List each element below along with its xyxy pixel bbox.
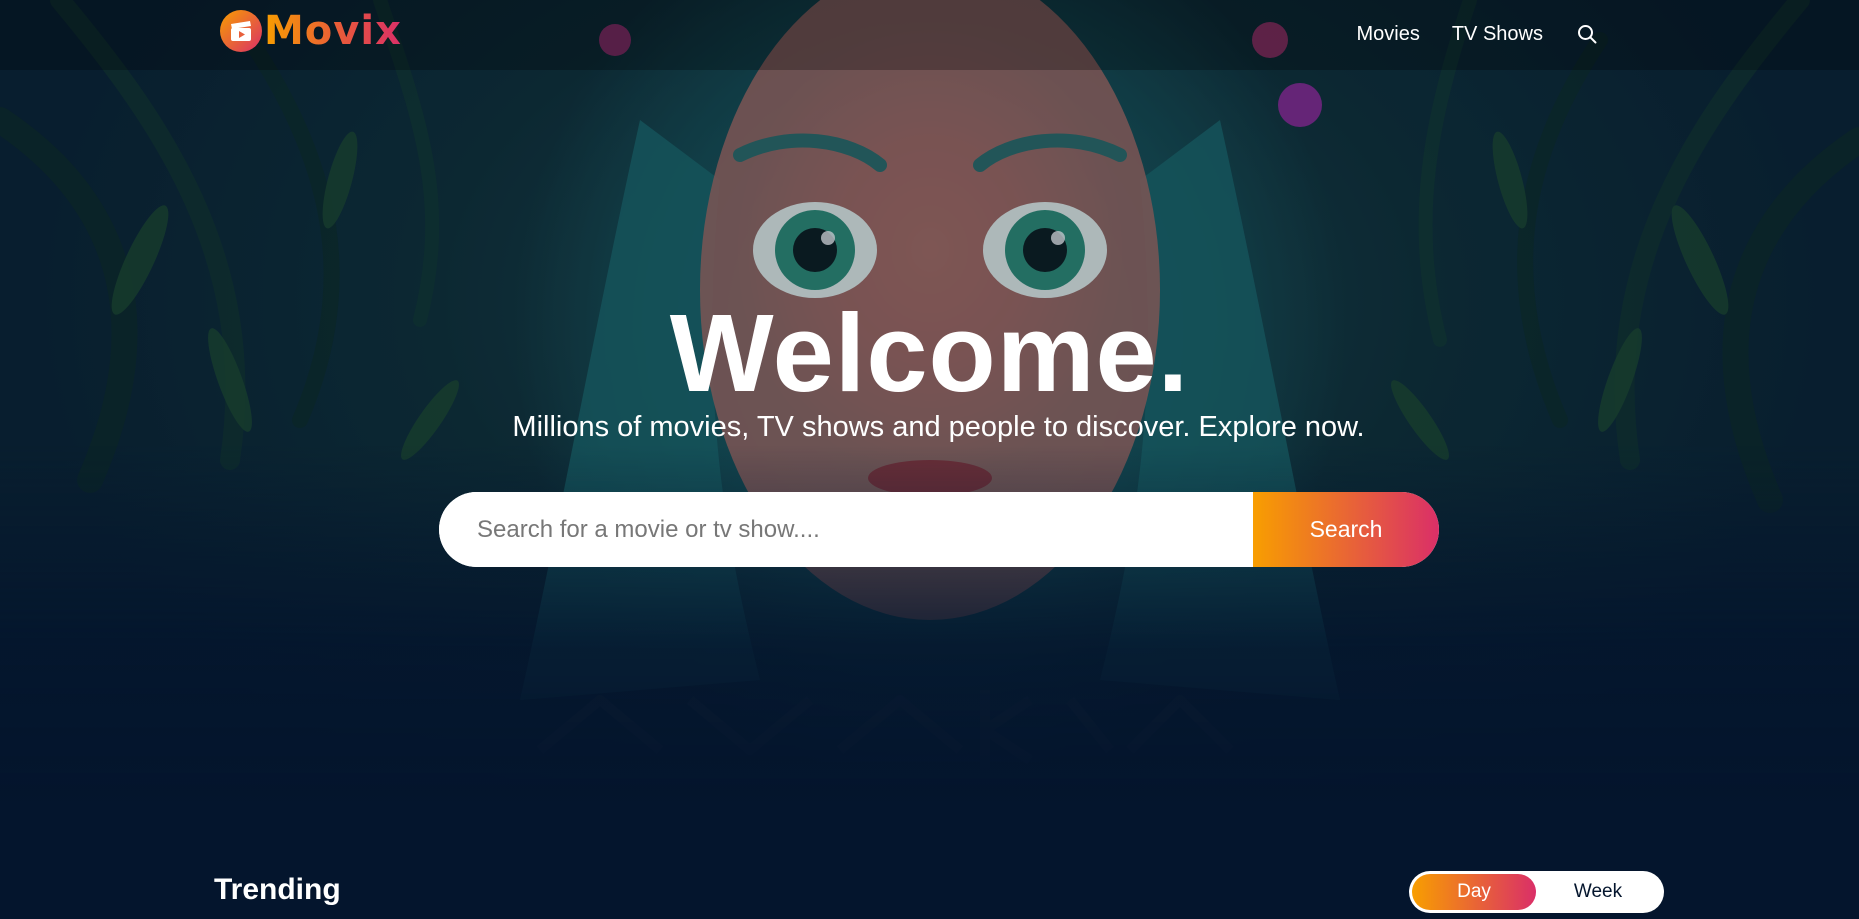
hero-search-bar: Search <box>439 492 1439 567</box>
hero-subtitle: Millions of movies, TV shows and people … <box>512 411 1365 443</box>
search-icon[interactable] <box>1575 22 1599 46</box>
search-input[interactable] <box>439 492 1253 567</box>
hero-title: Welcome. <box>669 292 1190 415</box>
trending-title: Trending <box>214 873 341 906</box>
logo-text: Movix <box>264 8 402 54</box>
tab-week[interactable]: Week <box>1536 874 1660 910</box>
search-button[interactable]: Search <box>1253 492 1439 567</box>
clapperboard-icon <box>220 10 262 52</box>
trending-time-switch: Day Week <box>1409 871 1664 913</box>
nav-item-movies[interactable]: Movies <box>1356 23 1419 46</box>
main-nav: Movies TV Shows <box>1324 0 1599 68</box>
tab-day[interactable]: Day <box>1412 874 1536 910</box>
logo[interactable]: Movix <box>220 10 402 52</box>
nav-item-tv-shows[interactable]: TV Shows <box>1452 23 1543 46</box>
top-header: Movix Movies TV Shows <box>0 0 1859 70</box>
